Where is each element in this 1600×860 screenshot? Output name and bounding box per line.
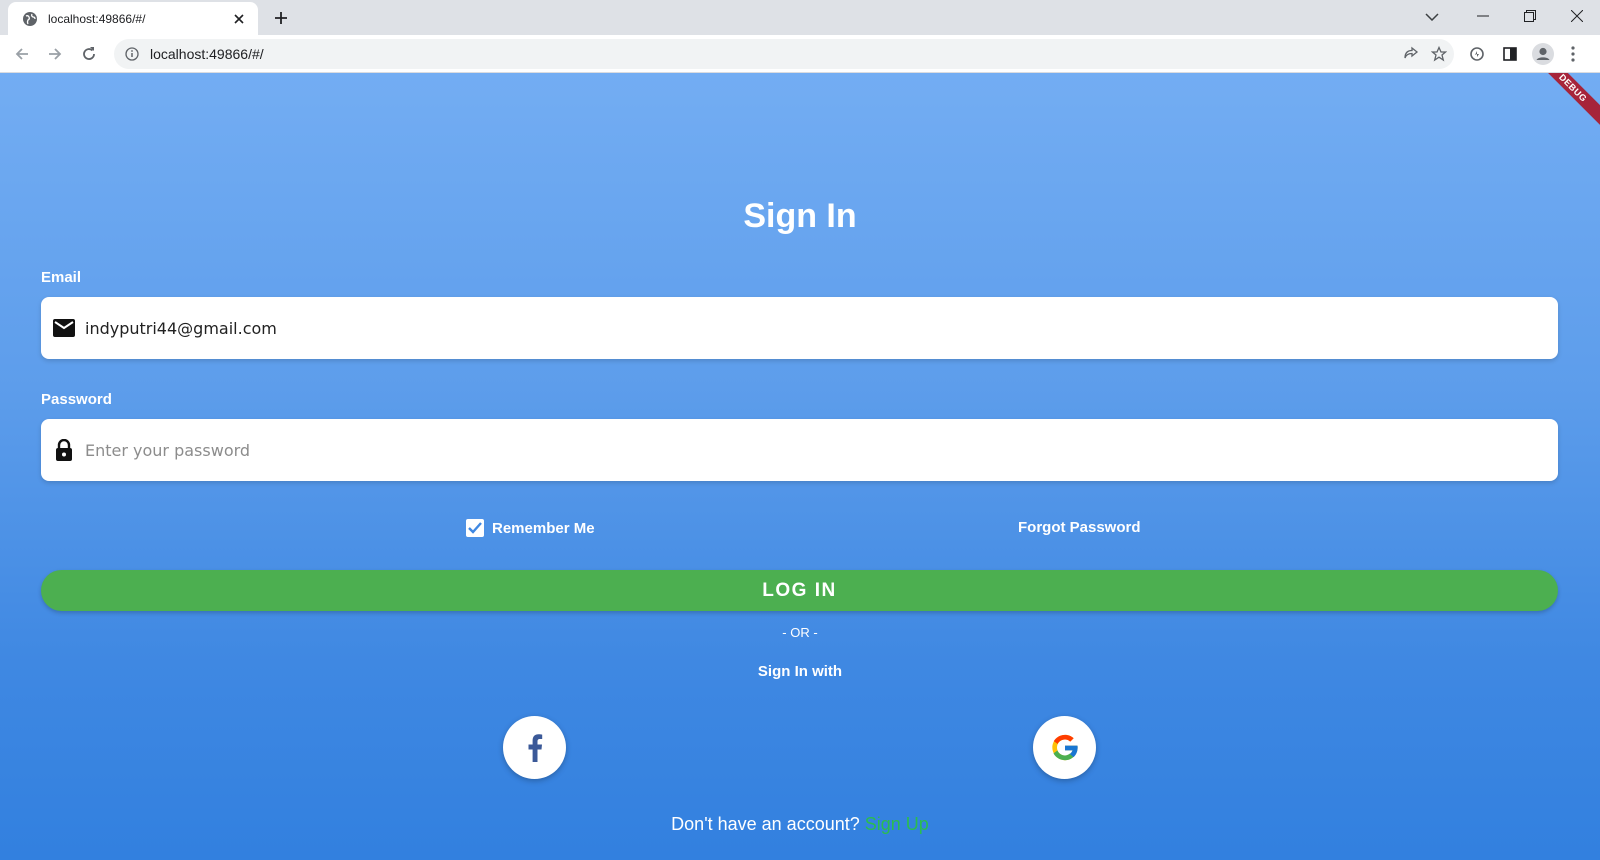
extensions-icon[interactable] [1463, 40, 1491, 68]
facebook-icon [528, 733, 542, 762]
remember-me-checkbox[interactable]: Remember Me [466, 519, 595, 537]
sign-up-link[interactable]: Sign Up [865, 814, 929, 834]
side-panel-icon[interactable] [1496, 40, 1524, 68]
tab-strip: localhost:49866/#/ [0, 0, 1600, 35]
new-tab-button[interactable] [270, 7, 292, 29]
password-input[interactable] [85, 430, 1558, 470]
browser-tab[interactable]: localhost:49866/#/ [8, 2, 258, 35]
window-controls [1459, 0, 1600, 32]
close-tab-icon[interactable] [230, 10, 248, 28]
reload-icon[interactable] [75, 40, 103, 68]
lock-icon [53, 439, 75, 461]
sign-in-with-label: Sign In with [757, 663, 843, 680]
close-window-icon[interactable] [1553, 0, 1600, 32]
share-icon[interactable] [1400, 44, 1422, 64]
email-field[interactable] [41, 297, 1558, 359]
google-login-button[interactable] [1033, 716, 1096, 779]
back-arrow-icon[interactable] [8, 40, 36, 68]
facebook-login-button[interactable] [503, 716, 566, 779]
forgot-password-link[interactable]: Forgot Password [1018, 519, 1141, 536]
password-field[interactable] [41, 419, 1558, 481]
password-label: Password [41, 391, 112, 408]
bookmark-star-icon[interactable] [1428, 44, 1450, 64]
info-icon[interactable] [124, 46, 140, 62]
google-icon [1051, 734, 1078, 760]
signup-row: Don't have an account? Sign Up [0, 814, 1600, 835]
minimize-icon[interactable] [1459, 0, 1506, 32]
email-label: Email [41, 269, 82, 286]
signup-prompt: Don't have an account? [671, 814, 860, 834]
tab-search-chevron-icon[interactable] [1420, 5, 1444, 29]
email-input[interactable] [85, 308, 1558, 348]
or-divider: - OR - [782, 625, 818, 640]
forward-arrow-icon[interactable] [41, 40, 69, 68]
url-text: localhost:49866/#/ [150, 46, 264, 62]
address-bar[interactable]: localhost:49866/#/ [114, 39, 1454, 69]
tab-title: localhost:49866/#/ [48, 11, 146, 26]
profile-avatar-icon[interactable] [1529, 40, 1557, 68]
app-viewport: DEBUG Sign In Email Password Remember Me… [0, 73, 1600, 860]
restore-icon[interactable] [1506, 0, 1553, 32]
remember-me-label: Remember Me [492, 519, 595, 537]
browser-toolbar: localhost:49866/#/ [0, 35, 1600, 73]
page-title: Sign In [743, 197, 857, 235]
mail-icon [53, 317, 75, 339]
menu-kebab-icon[interactable] [1563, 40, 1583, 68]
debug-banner: DEBUG [1529, 73, 1600, 132]
checkbox-checked-icon[interactable] [466, 519, 484, 537]
globe-icon [22, 11, 38, 27]
login-button[interactable]: LOG IN [41, 570, 1558, 611]
